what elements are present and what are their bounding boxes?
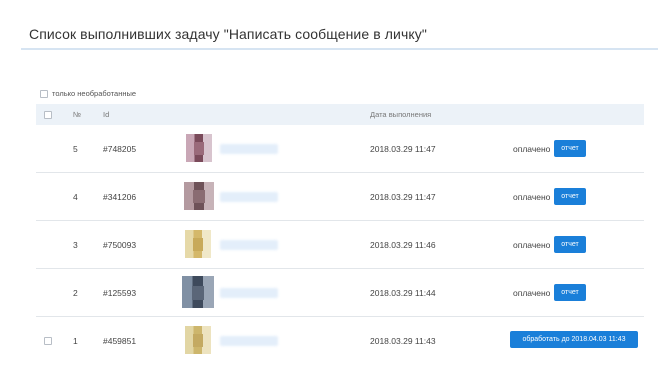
row-number: 2 (73, 288, 78, 298)
report-button[interactable]: отчет (554, 236, 586, 253)
table-row: 4 #341206 2018.03.29 11:47 оплачено отче… (36, 173, 644, 221)
avatar (184, 182, 214, 210)
row-number: 5 (73, 144, 78, 154)
status-text: оплачено (513, 288, 551, 298)
avatar (182, 276, 214, 308)
avatar-pixel-block (193, 190, 205, 203)
title-divider (21, 48, 658, 50)
user-name-blurred (220, 240, 278, 250)
row-number: 3 (73, 240, 78, 250)
completion-date: 2018.03.29 11:47 (370, 192, 436, 202)
avatar-pixel-block (192, 334, 204, 347)
table-row: 2 #125593 2018.03.29 11:44 оплачено отче… (36, 269, 644, 317)
avatar (185, 326, 211, 354)
user-name-blurred (220, 336, 278, 346)
row-id[interactable]: #750093 (103, 240, 136, 250)
row-id[interactable]: #748205 (103, 144, 136, 154)
table-header: № Id Дата выполнения (36, 104, 644, 125)
row-id[interactable]: #341206 (103, 192, 136, 202)
header-num: № (73, 110, 82, 119)
row-number: 4 (73, 192, 78, 202)
user-name-blurred (220, 144, 278, 154)
header-id: Id (103, 110, 110, 119)
filter-label: только необработанные (52, 89, 137, 98)
row-number: 1 (73, 336, 78, 346)
report-button[interactable]: отчет (554, 188, 586, 205)
completion-date: 2018.03.29 11:47 (370, 144, 436, 154)
user-name-blurred (220, 288, 278, 298)
report-button[interactable]: отчет (554, 284, 586, 301)
row-id[interactable]: #125593 (103, 288, 136, 298)
status-text: оплачено (513, 144, 551, 154)
table-row: 3 #750093 2018.03.29 11:46 оплачено отче… (36, 221, 644, 269)
completions-table: № Id Дата выполнения 5 #748205 2018.03.2… (36, 104, 644, 364)
avatar-pixel-block (193, 142, 205, 155)
header-date: Дата выполнения (370, 110, 432, 119)
table-row: 5 #748205 2018.03.29 11:47 оплачено отче… (36, 125, 644, 173)
completion-date: 2018.03.29 11:44 (370, 288, 436, 298)
table-row: 1 #459851 2018.03.29 11:43 обработать до… (36, 317, 644, 364)
row-select-checkbox[interactable] (44, 337, 52, 345)
status-text: оплачено (513, 192, 551, 202)
process-deadline-button[interactable]: обработать до 2018.04.03 11:43 (510, 331, 638, 348)
avatar-pixel-block (191, 285, 205, 300)
page-title: Список выполнивших задачу "Написать сооб… (29, 26, 427, 42)
completion-date: 2018.03.29 11:46 (370, 240, 436, 250)
avatar (186, 134, 212, 162)
status-text: оплачено (513, 240, 551, 250)
avatar-pixel-block (192, 238, 204, 251)
filter-checkbox[interactable] (40, 89, 48, 98)
completion-date: 2018.03.29 11:43 (370, 336, 436, 346)
filter-only-unprocessed[interactable]: только необработанные (40, 89, 136, 98)
avatar (185, 230, 211, 258)
user-name-blurred (220, 192, 278, 202)
header-select-all-checkbox[interactable] (44, 111, 52, 119)
row-id[interactable]: #459851 (103, 336, 136, 346)
report-button[interactable]: отчет (554, 140, 586, 157)
